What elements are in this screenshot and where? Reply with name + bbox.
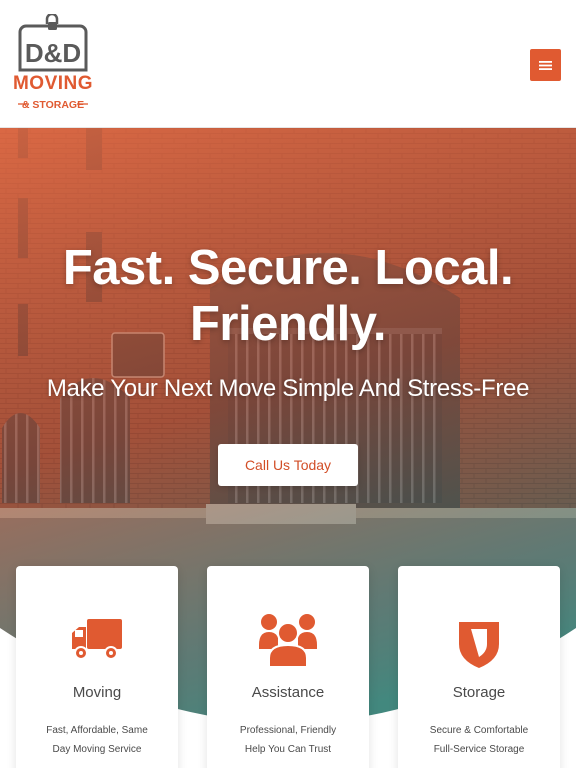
hero-headline: Fast. Secure. Local. Friendly. (0, 240, 576, 352)
service-card-storage[interactable]: Storage Secure & Comfortable Full-Servic… (398, 566, 560, 768)
hero-subheadline: Make Your Next Move Simple And Stress-Fr… (46, 375, 530, 402)
service-title: Moving (72, 684, 122, 701)
menu-button[interactable] (530, 49, 561, 81)
hamburger-icon (539, 60, 552, 70)
service-title: Assistance (251, 684, 325, 701)
svg-text:MOVING: MOVING (14, 73, 92, 94)
service-description: Secure & Comfortable Full-Service Storag… (429, 725, 529, 755)
svg-text:D&D: D&D (25, 38, 81, 68)
logo-graphic: D&D MOVING & STORAGE (13, 12, 93, 111)
site-logo[interactable]: D&D MOVING & STORAGE (13, 12, 93, 114)
service-title: Storage (452, 684, 506, 701)
site-header: D&D MOVING & STORAGE (0, 0, 576, 128)
hero-headline-line-1: Fast. Secure. Local. (62, 241, 514, 295)
call-us-today-button[interactable]: Call Us Today (218, 444, 358, 486)
people-group-icon (259, 614, 317, 667)
service-card-moving[interactable]: Moving Fast, Affordable, Same Day Moving… (16, 566, 178, 768)
service-description: Fast, Affordable, Same Day Moving Servic… (46, 725, 148, 755)
svg-text:& STORAGE: & STORAGE (22, 99, 84, 111)
service-description: Professional, Friendly Help You Can Trus… (239, 725, 337, 755)
moving-truck-icon (72, 619, 122, 660)
service-card-assistance[interactable]: Assistance Professional, Friendly Help Y… (207, 566, 369, 768)
hero-headline-line-2: Friendly. (189, 297, 387, 351)
shield-icon (459, 622, 499, 668)
